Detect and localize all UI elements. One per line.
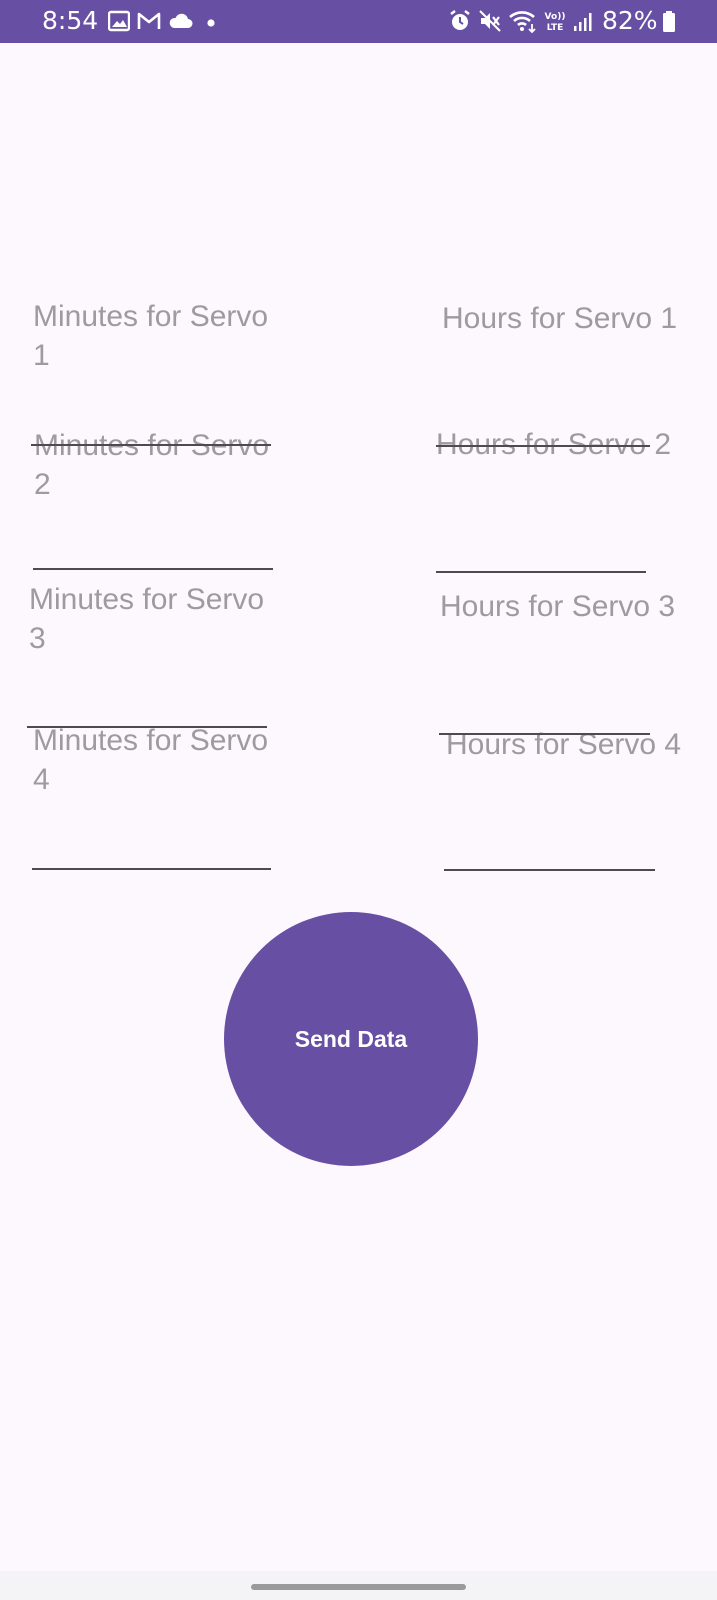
hours-servo-1-label: Hours for Servo 1 (442, 302, 678, 335)
hours-servo-2-input[interactable] (436, 571, 646, 573)
minutes-servo-4-label: Minutes for Servo 4 (33, 724, 269, 796)
gallery-icon (108, 10, 130, 32)
dot-icon (207, 19, 215, 27)
mute-icon (479, 10, 501, 32)
battery-icon (663, 11, 675, 32)
gmail-icon (137, 12, 161, 29)
minutes-servo-2-input[interactable] (33, 568, 273, 570)
hours-servo-3-input[interactable] (439, 733, 650, 735)
wifi-icon (509, 11, 536, 34)
battery-percent: 82% (602, 6, 658, 35)
minutes-servo-2-label: Minutes for Servo 2 (34, 429, 270, 501)
minutes-servo-3-label: Minutes for Servo 3 (29, 583, 265, 655)
hours-servo-3-label: Hours for Servo 3 (440, 590, 676, 623)
hours-servo-4-label: Hours for Servo 4 (446, 728, 682, 761)
svg-text:Vo)): Vo)) (545, 12, 566, 22)
status-bar: 8:54 Vo)) LTE 82% (0, 0, 717, 43)
minutes-servo-1-label: Minutes for Servo 1 (33, 300, 269, 372)
home-gesture-handle[interactable] (251, 1584, 466, 1590)
status-time: 8:54 (42, 6, 99, 35)
minutes-servo-1-input[interactable] (31, 444, 271, 446)
hours-servo-1-input[interactable] (436, 445, 650, 447)
svg-text:LTE: LTE (547, 23, 564, 33)
alarm-icon (450, 10, 470, 30)
navigation-bar (0, 1571, 717, 1600)
send-data-button[interactable]: Send Data (224, 912, 478, 1166)
minutes-servo-4-input[interactable] (32, 868, 271, 870)
cloud-icon (169, 13, 193, 28)
hours-servo-4-input[interactable] (444, 869, 655, 871)
signal-icon (574, 13, 592, 31)
minutes-servo-3-input[interactable] (27, 726, 267, 728)
volte-icon: Vo)) LTE (545, 12, 566, 33)
